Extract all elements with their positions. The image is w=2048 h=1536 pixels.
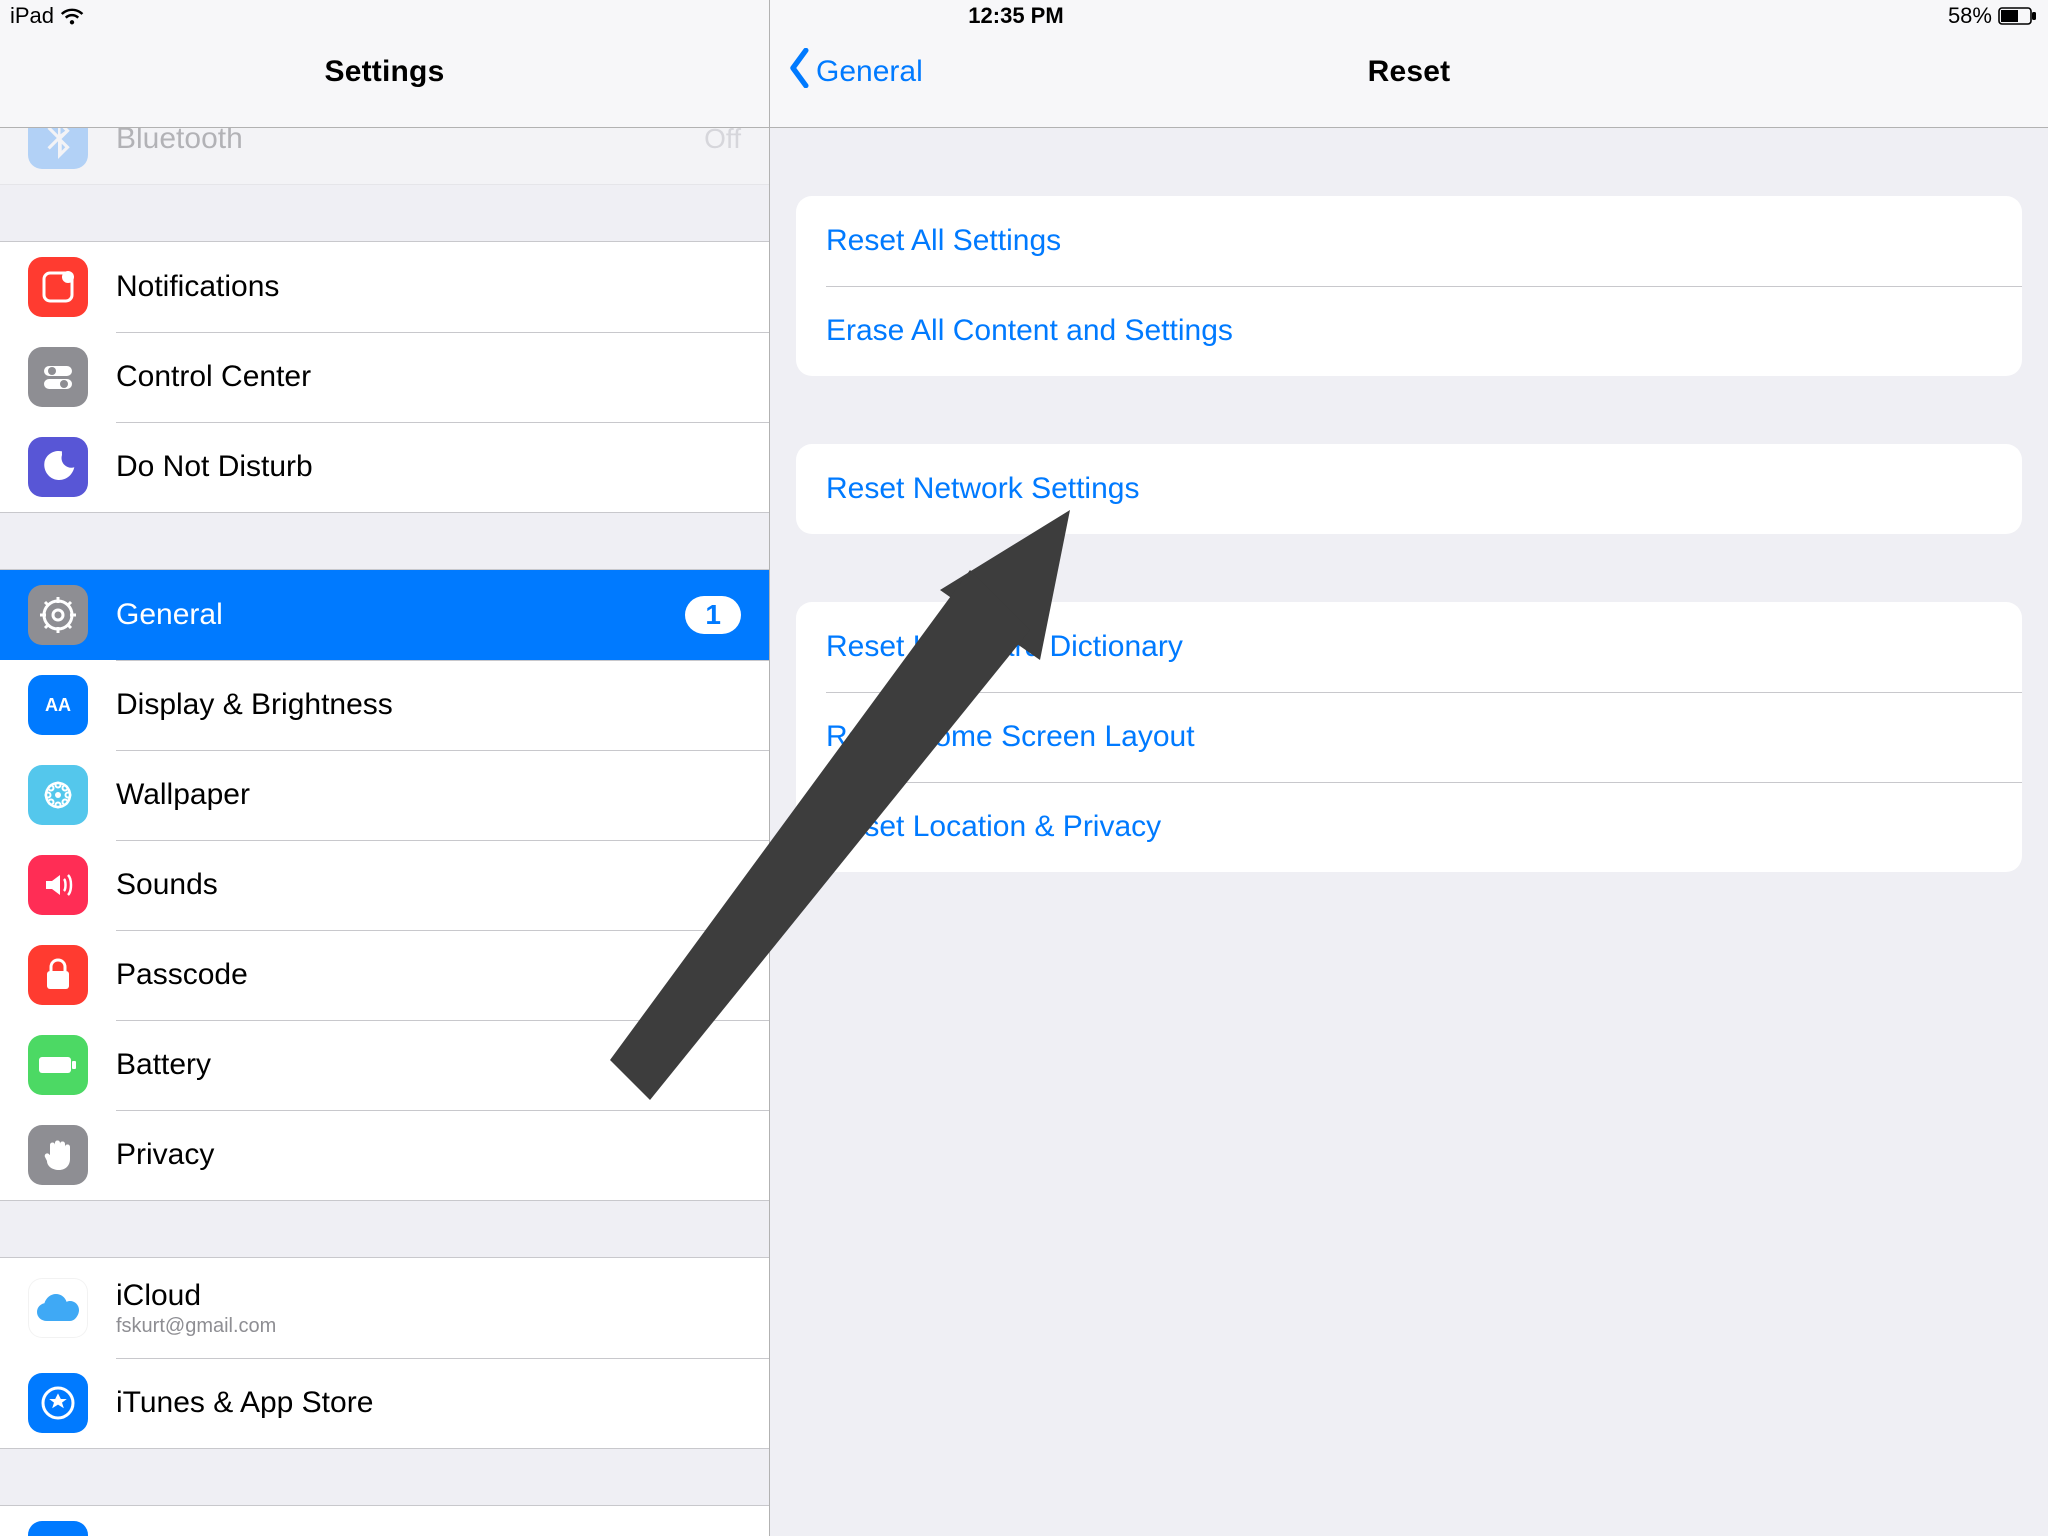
sidebar-item-dnd[interactable]: Do Not Disturb	[0, 422, 769, 512]
general-badge: 1	[685, 596, 741, 634]
sidebar-item-label: Passcode	[116, 958, 248, 992]
bluetooth-icon	[28, 128, 88, 169]
reset-group-2: Reset Network Settings	[796, 444, 2022, 534]
sidebar-item-label: Do Not Disturb	[116, 450, 313, 484]
reset-network-settings[interactable]: Reset Network Settings	[796, 444, 2022, 534]
sidebar-item-sounds[interactable]: Sounds	[0, 840, 769, 930]
reset-row-label: Erase All Content and Settings	[826, 314, 1233, 348]
sidebar-group-next	[0, 1505, 769, 1536]
reset-row-label: Reset All Settings	[826, 224, 1061, 258]
sidebar-group-network: Wi-Fi superhero Bluetooth Off	[0, 128, 769, 185]
sidebar-title: Settings	[0, 55, 769, 89]
sidebar-item-privacy[interactable]: Privacy	[0, 1110, 769, 1200]
sidebar-item-label: Wallpaper	[116, 778, 250, 812]
sidebar-item-passcode[interactable]: Passcode	[0, 930, 769, 1020]
sidebar-item-display[interactable]: AA Display & Brightness	[0, 660, 769, 750]
svg-text:AA: AA	[45, 695, 71, 715]
sidebar-item-wallpaper[interactable]: Wallpaper	[0, 750, 769, 840]
reset-location-privacy[interactable]: Reset Location & Privacy	[796, 782, 2022, 872]
status-time: 12:35 PM	[968, 3, 1063, 29]
appstore-icon	[28, 1373, 88, 1433]
status-bar: iPad 12:35 PM 58%	[0, 0, 2048, 32]
settings-sidebar: Settings Wi-Fi superhero	[0, 0, 770, 1536]
sidebar-item-itunes[interactable]: iTunes & App Store	[0, 1358, 769, 1448]
sidebar-item-label: General	[116, 598, 223, 632]
reset-group-3: Reset Keyboard Dictionary Reset Home Scr…	[796, 602, 2022, 872]
battery-icon	[1998, 7, 2038, 25]
battery-settings-icon	[28, 1035, 88, 1095]
sidebar-item-bluetooth[interactable]: Bluetooth Off	[0, 128, 769, 184]
wifi-icon	[60, 7, 84, 25]
bluetooth-value: Off	[704, 128, 741, 155]
icloud-icon	[28, 1278, 88, 1338]
sidebar-group-a: Notifications Control Center Do Not Dist…	[0, 241, 769, 513]
next-item-icon	[28, 1521, 88, 1536]
sidebar-item-label: iTunes & App Store	[116, 1386, 373, 1420]
erase-all-content[interactable]: Erase All Content and Settings	[796, 286, 2022, 376]
sidebar-item-label: Notifications	[116, 270, 279, 304]
sidebar-item-label: Sounds	[116, 868, 218, 902]
lock-icon	[28, 945, 88, 1005]
icloud-email: fskurt@gmail.com	[116, 1315, 276, 1338]
sounds-icon	[28, 855, 88, 915]
sidebar-item-label: Battery	[116, 1048, 211, 1082]
sidebar-item-icloud[interactable]: iCloud fskurt@gmail.com	[0, 1258, 769, 1358]
gear-icon	[28, 585, 88, 645]
wallpaper-icon	[28, 765, 88, 825]
reset-row-label: Reset Keyboard Dictionary	[826, 630, 1183, 664]
sidebar-group-c: iCloud fskurt@gmail.com iTunes & App Sto…	[0, 1257, 769, 1449]
detail-pane: General Reset Reset All Settings Erase A…	[770, 0, 2048, 1536]
sidebar-item-battery[interactable]: Battery	[0, 1020, 769, 1110]
reset-row-label: Reset Location & Privacy	[826, 810, 1161, 844]
sidebar-item-next[interactable]	[0, 1506, 769, 1536]
notifications-icon	[28, 257, 88, 317]
reset-row-label: Reset Home Screen Layout	[826, 720, 1195, 754]
sidebar-group-b: General 1 AA Display & Brightness Wallp	[0, 569, 769, 1201]
reset-row-label: Reset Network Settings	[826, 472, 1139, 506]
sidebar-item-general[interactable]: General 1	[0, 570, 769, 660]
sidebar-item-label: iCloud	[116, 1279, 276, 1313]
sidebar-item-label: Display & Brightness	[116, 688, 393, 722]
reset-keyboard-dictionary[interactable]: Reset Keyboard Dictionary	[796, 602, 2022, 692]
sidebar-item-label: Control Center	[116, 360, 311, 394]
reset-all-settings[interactable]: Reset All Settings	[796, 196, 2022, 286]
reset-group-1: Reset All Settings Erase All Content and…	[796, 196, 2022, 376]
detail-title: Reset	[770, 55, 2048, 89]
sidebar-item-control-center[interactable]: Control Center	[0, 332, 769, 422]
display-brightness-icon: AA	[28, 675, 88, 735]
moon-icon	[28, 437, 88, 497]
sidebar-item-notifications[interactable]: Notifications	[0, 242, 769, 332]
reset-home-screen-layout[interactable]: Reset Home Screen Layout	[796, 692, 2022, 782]
control-center-icon	[28, 347, 88, 407]
sidebar-item-label: Privacy	[116, 1138, 214, 1172]
sidebar-item-label: Bluetooth	[116, 128, 243, 156]
device-label: iPad	[10, 3, 54, 29]
battery-percent: 58%	[1948, 3, 1992, 29]
hand-icon	[28, 1125, 88, 1185]
